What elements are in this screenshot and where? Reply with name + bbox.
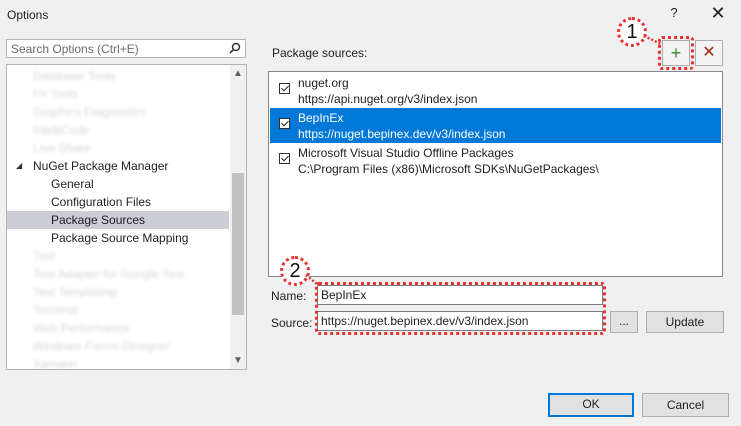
tree-item-package-sources[interactable]: Package Sources [7,211,229,229]
tree-item-configuration-files[interactable]: Configuration Files [7,193,229,211]
search-box[interactable]: Search Options (Ctrl+E) [6,39,246,58]
tree-item-label: Package Sources [51,213,146,227]
tree-item-blurred[interactable]: Database Tools [7,67,229,85]
options-tree: Database Tools F# Tools Graphics Diagnosti… [6,64,247,370]
source-name: Microsoft Visual Studio Offline Packages [298,146,514,160]
package-sources-label: Package sources: [272,46,368,60]
tree-item-blurred[interactable]: Xamarin [7,355,229,370]
tree-item-label: Graphics Diagnostics [33,105,147,119]
tree-item-blurred[interactable]: Live Share [7,139,229,157]
update-button[interactable]: Update [646,311,724,333]
tree-item-label: Windows Forms Designer [33,339,171,353]
tree-item-label: Text Templating [33,285,117,299]
source-enabled-checkbox[interactable] [279,153,290,164]
source-enabled-checkbox[interactable] [279,83,290,94]
tree-item-package-source-mapping[interactable]: Package Source Mapping [7,229,229,247]
search-input[interactable]: Search Options (Ctrl+E) [11,42,139,56]
help-button[interactable]: ? [667,5,681,20]
expanded-chevron-icon[interactable]: ◢ [16,157,22,175]
package-source-row[interactable]: BepInEx https://nuget.bepinex.dev/v3/inde… [270,108,721,143]
tree-item-blurred[interactable]: Test Adapter for Google Test [7,265,229,283]
tree-item-label: Live Share [33,141,91,155]
tree-item-blurred[interactable]: Test [7,247,229,265]
tree-item-label: Terminal [33,303,79,317]
tree-item-label: General [51,177,94,191]
tree-item-label: NuGet Package Manager [33,159,169,173]
package-source-row[interactable]: Microsoft Visual Studio Offline Packages… [270,143,721,178]
scroll-down-icon[interactable]: ▼ [233,355,243,366]
annotation-highlight-form [315,282,606,335]
tree-item-blurred[interactable]: Web Performance [7,319,229,337]
source-name: BepInEx [298,111,344,125]
tree-item-label: F# Tools [33,87,79,101]
tree-scrollbar[interactable]: ▲ ▼ [230,65,246,369]
tree-item-nuget-package-manager[interactable]: ◢ NuGet Package Manager [7,157,229,175]
tree-item-label: Xamarin [33,357,78,370]
tree-item-label: Configuration Files [51,195,152,209]
tree-item-label: Test Adapter for Google Test [33,267,185,281]
browse-button[interactable]: ... [610,311,638,333]
annotation-connector-1 [643,34,662,46]
close-button[interactable]: ✕ [709,3,727,23]
source-url: C:\Program Files (x86)\Microsoft SDKs\Nu… [298,162,599,176]
scroll-up-icon[interactable]: ▲ [233,68,243,79]
name-label: Name: [271,289,307,303]
tree-item-label: Web Performance [33,321,130,335]
tree-item-blurred[interactable]: F# Tools [7,85,229,103]
source-url: https://nuget.bepinex.dev/v3/index.json [298,127,506,141]
tree-item-label: IntelliCode [33,123,90,137]
scroll-thumb[interactable] [232,173,244,315]
source-enabled-checkbox[interactable] [279,118,290,129]
window-title: Options [7,8,49,22]
tree-item-blurred[interactable]: Terminal [7,301,229,319]
remove-source-button[interactable]: ✕ [695,40,723,66]
tree-item-blurred[interactable]: Text Templating [7,283,229,301]
tree-item-blurred[interactable]: Windows Forms Designer [7,337,229,355]
tree-item-label: Test [33,249,56,263]
tree-item-blurred[interactable]: Graphics Diagnostics [7,103,229,121]
annotation-highlight-add [658,36,694,70]
source-name: nuget.org [298,76,349,90]
search-icon [229,42,241,54]
tree-item-blurred[interactable]: IntelliCode [7,121,229,139]
package-source-row[interactable]: nuget.org https://api.nuget.org/v3/index.… [270,73,721,108]
annotation-connector-2 [305,274,318,285]
tree-item-label: Package Source Mapping [51,231,189,245]
source-label: Source: [271,316,313,330]
ok-button[interactable]: OK [548,393,634,417]
package-sources-list: nuget.org https://api.nuget.org/v3/index.… [268,71,723,277]
tree-item-label: Database Tools [33,69,116,83]
source-url: https://api.nuget.org/v3/index.json [298,92,478,106]
cancel-button[interactable]: Cancel [642,393,729,417]
tree-item-general[interactable]: General [7,175,229,193]
